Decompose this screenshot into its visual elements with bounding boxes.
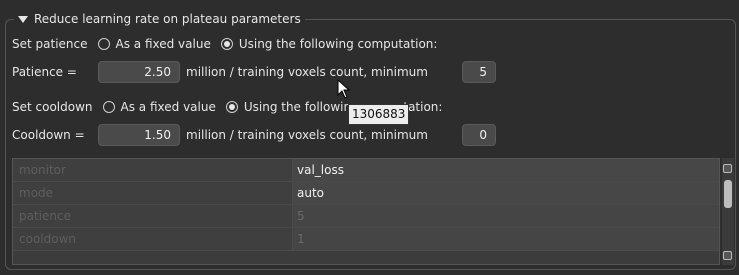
patience-mode-row: Set patience As a fixed value Using the …: [12, 37, 437, 51]
cooldown-computation-row: Cooldown = 1.50 million / training voxel…: [12, 124, 496, 146]
patience-mid-label: million / training voxels count, minimum: [186, 65, 428, 79]
cooldown-computed-label[interactable]: Using the following computation:: [244, 100, 443, 114]
cooldown-fixed-radio[interactable]: [102, 101, 115, 113]
cooldown-fixed-label[interactable]: As a fixed value: [121, 100, 216, 114]
patience-computed-label[interactable]: Using the following computation:: [239, 37, 438, 51]
mouse-cursor-icon: [337, 79, 351, 99]
table-row[interactable]: monitor val_loss: [13, 159, 719, 182]
table-key-cell: mode: [13, 182, 293, 204]
patience-value-spinbox[interactable]: 2.50: [98, 61, 180, 83]
tooltip: 1306883: [348, 104, 410, 125]
group-title: Reduce learning rate on plateau paramete…: [34, 12, 301, 26]
table-row[interactable]: patience 5: [13, 205, 719, 228]
set-cooldown-label: Set cooldown: [12, 100, 93, 114]
collapse-triangle-icon[interactable]: [18, 15, 28, 23]
scrollbar-thumb[interactable]: [724, 180, 732, 208]
patience-fixed-radio[interactable]: [97, 38, 110, 50]
group-header[interactable]: Reduce learning rate on plateau paramete…: [14, 10, 305, 28]
scroll-down-button[interactable]: [723, 251, 732, 260]
patience-prefix-label: Patience =: [12, 65, 77, 79]
table-value-cell[interactable]: 5: [293, 205, 719, 227]
table-value-cell[interactable]: 1: [293, 228, 719, 250]
table-key-cell: monitor: [13, 159, 293, 181]
table-key-cell: cooldown: [13, 228, 293, 250]
params-table[interactable]: monitor val_loss mode auto patience 5 co…: [12, 158, 720, 265]
table-value-cell[interactable]: auto: [293, 182, 719, 204]
patience-computation-row: Patience = 2.50 million / training voxel…: [12, 61, 496, 83]
table-row[interactable]: cooldown 1: [13, 228, 719, 251]
scroll-up-button[interactable]: [723, 164, 732, 173]
table-key-cell: patience: [13, 205, 293, 227]
params-panel: Reduce learning rate on plateau paramete…: [0, 0, 739, 275]
cooldown-prefix-label: Cooldown =: [12, 128, 85, 142]
patience-minimum-spinbox[interactable]: 5: [462, 61, 496, 83]
table-value-cell[interactable]: val_loss: [293, 159, 719, 181]
set-patience-label: Set patience: [12, 37, 88, 51]
cooldown-minimum-spinbox[interactable]: 0: [462, 124, 496, 146]
table-scrollbar[interactable]: [722, 158, 734, 265]
cooldown-mid-label: million / training voxels count, minimum: [186, 128, 428, 142]
patience-fixed-label[interactable]: As a fixed value: [116, 37, 211, 51]
cooldown-computed-radio[interactable]: [225, 101, 238, 113]
cooldown-value-spinbox[interactable]: 1.50: [98, 124, 180, 146]
patience-computed-radio[interactable]: [220, 38, 233, 50]
table-row[interactable]: mode auto: [13, 182, 719, 205]
